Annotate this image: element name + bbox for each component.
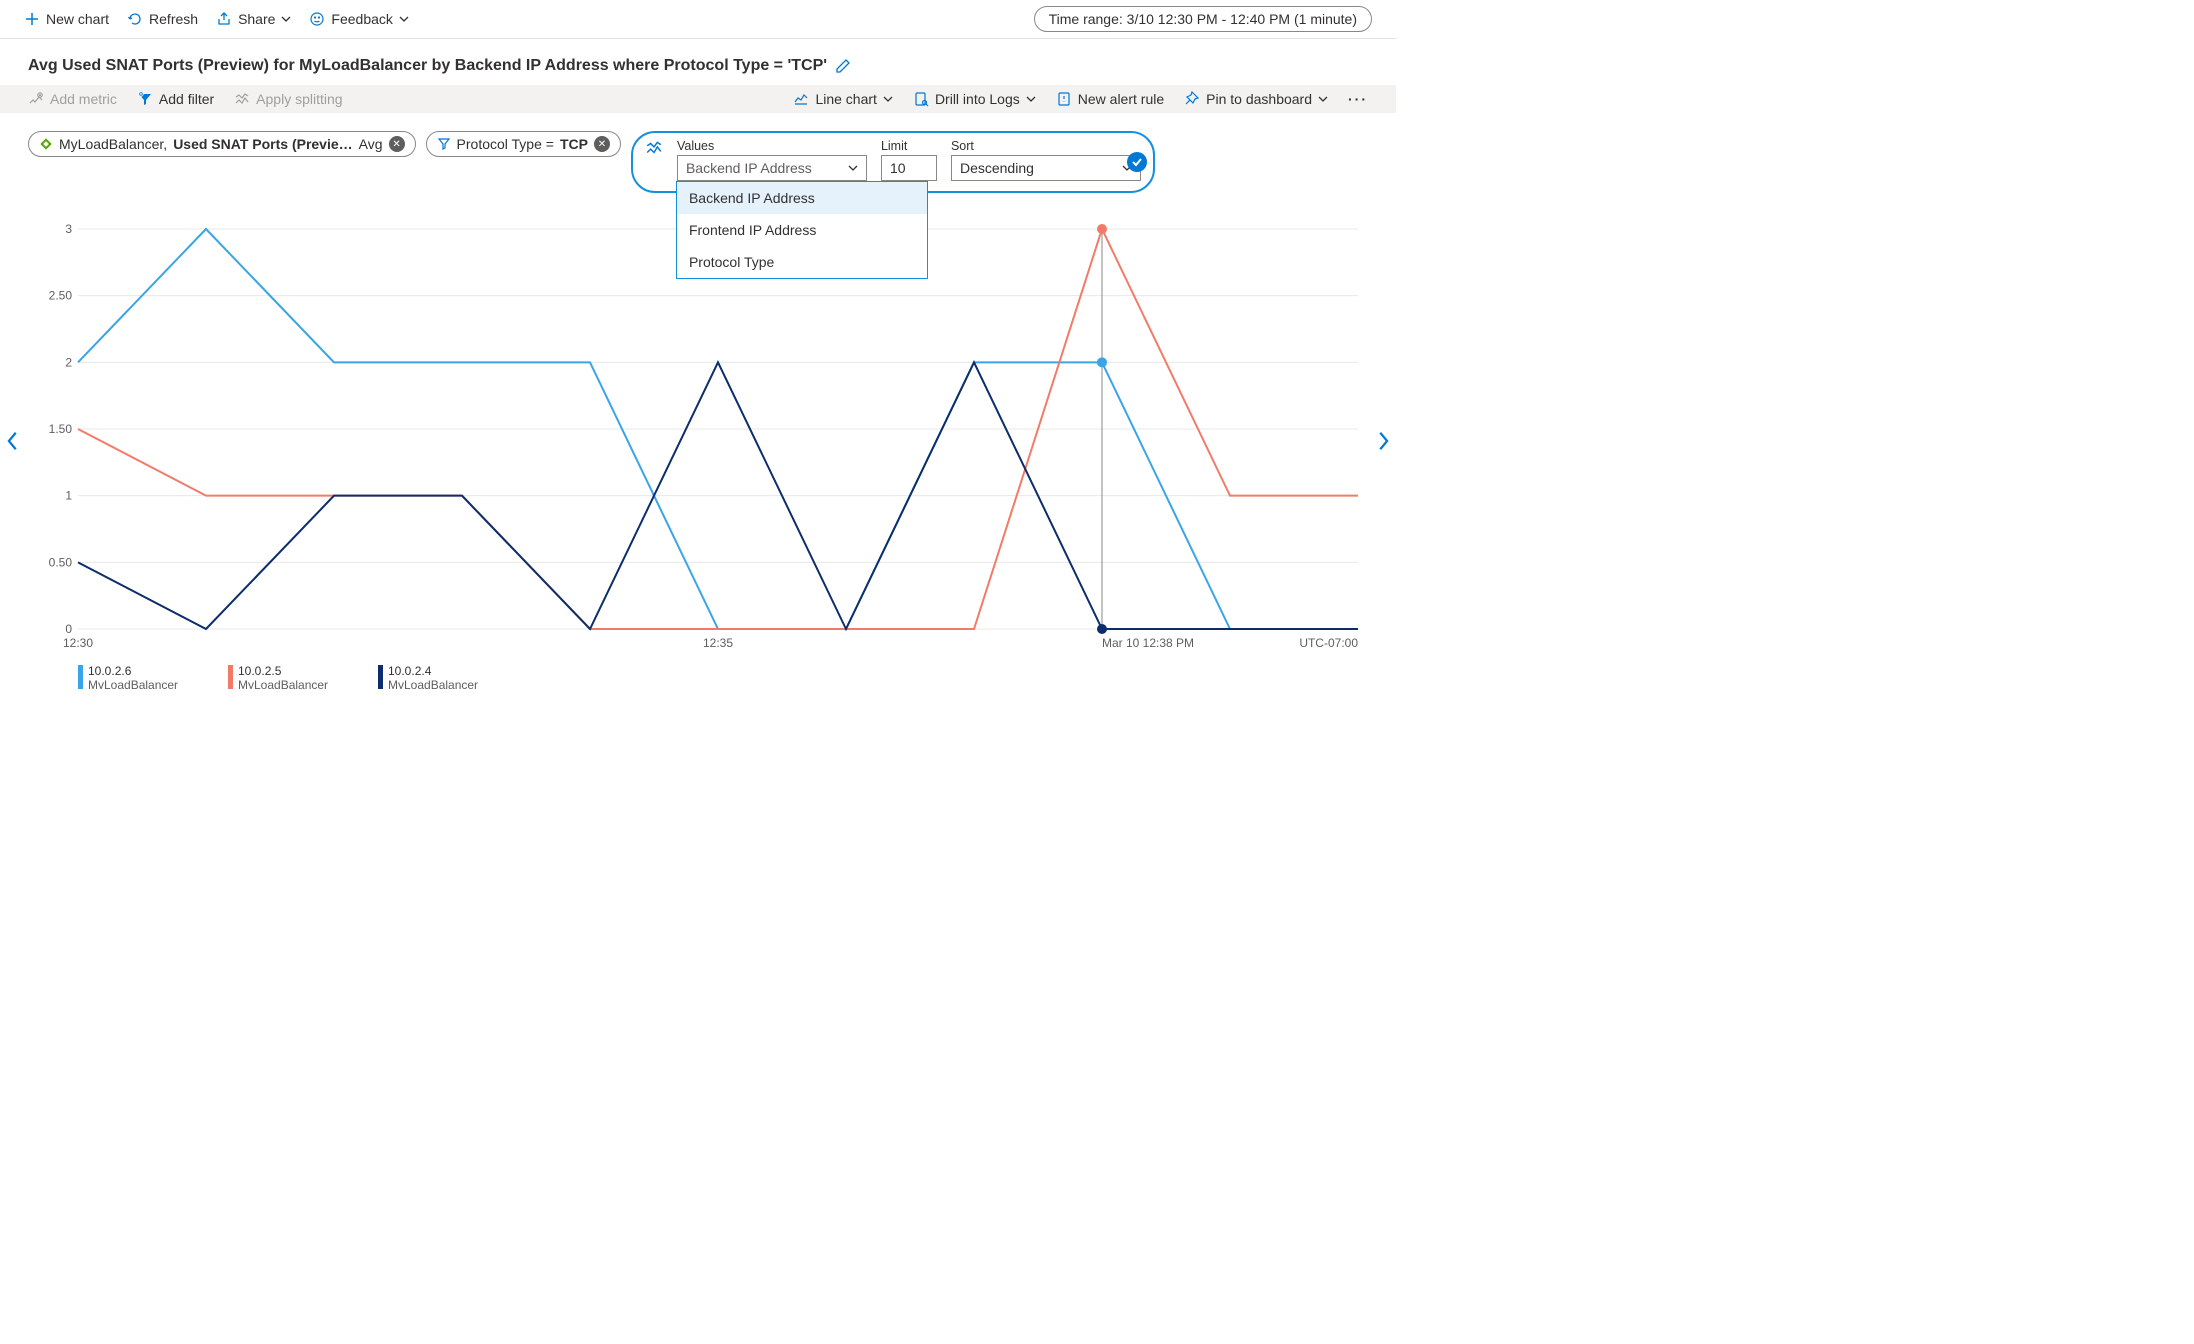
y-tick-label: 2: [65, 355, 72, 369]
metric-name-label: Used SNAT Ports (Previe…: [173, 136, 352, 152]
resource-icon: [39, 137, 53, 151]
chevron-down-icon: [399, 14, 409, 24]
pin-dashboard-label: Pin to dashboard: [1206, 91, 1312, 107]
splitting-icon: [645, 139, 663, 157]
values-selected: Backend IP Address: [686, 160, 812, 176]
add-filter-label: Add filter: [159, 91, 214, 107]
line-chart-icon: [793, 91, 809, 107]
feedback-button[interactable]: Feedback: [309, 11, 408, 27]
more-button[interactable]: ···: [1348, 91, 1368, 107]
new-alert-label: New alert rule: [1078, 91, 1164, 107]
values-option[interactable]: Frontend IP Address: [677, 214, 927, 246]
y-tick-label: 1: [65, 489, 72, 503]
time-range-pill[interactable]: Time range: 3/10 12:30 PM - 12:40 PM (1 …: [1034, 6, 1372, 32]
line-chart[interactable]: 0 0.50 1 1.50 2 2.50 3 12:30 12:35 Mar 10 12:38 P…: [28, 219, 1368, 689]
y-tick-label: 0.50: [49, 555, 73, 569]
add-metric-label: Add metric: [50, 91, 117, 107]
filter-value: TCP: [560, 136, 588, 152]
remove-filter-icon[interactable]: ✕: [594, 136, 610, 152]
refresh-icon: [127, 11, 143, 27]
add-filter-button[interactable]: Add filter: [137, 91, 214, 107]
plus-icon: [24, 11, 40, 27]
limit-value: 10: [890, 160, 906, 176]
series-marker: [1097, 624, 1107, 634]
logs-icon: [913, 91, 929, 107]
chevron-down-icon: [281, 14, 291, 24]
check-icon: [1131, 156, 1143, 168]
drill-logs-label: Drill into Logs: [935, 91, 1020, 107]
legend-resource: MyLoadBalancer: [88, 678, 178, 689]
utc-label: UTC-07:00: [1299, 636, 1358, 650]
limit-field-label: Limit: [881, 139, 937, 153]
chevron-down-icon: [1318, 94, 1328, 104]
splitting-chip: Values Backend IP Address Backend IP Add…: [631, 131, 1155, 193]
add-metric-icon: [28, 91, 44, 107]
sort-value: Descending: [960, 160, 1034, 176]
legend-ip: 10.0.2.5: [238, 664, 282, 678]
share-label: Share: [238, 11, 275, 27]
chart-prev-button[interactable]: [6, 430, 20, 452]
split-icon: [234, 91, 250, 107]
y-tick-label: 2.50: [49, 289, 73, 303]
y-tick-label: 3: [65, 222, 72, 236]
metric-agg-label: Avg: [359, 136, 383, 152]
values-dropdown: Backend IP Address Frontend IP Address P…: [676, 181, 928, 279]
funnel-icon: [437, 137, 451, 151]
legend-ip: 10.0.2.4: [388, 664, 432, 678]
x-tick-label: 12:35: [703, 636, 733, 650]
x-tick-label: 12:30: [63, 636, 93, 650]
legend-resource: MyLoadBalancer: [238, 678, 328, 689]
new-alert-button[interactable]: New alert rule: [1056, 91, 1164, 107]
x-tick-label: Mar 10 12:38 PM: [1102, 636, 1194, 650]
remove-metric-icon[interactable]: ✕: [389, 136, 405, 152]
legend-resource: MyLoadBalancer: [388, 678, 478, 689]
add-metric-button: Add metric: [28, 91, 117, 107]
legend-swatch: [78, 665, 83, 689]
share-icon: [216, 11, 232, 27]
pin-dashboard-dropdown[interactable]: Pin to dashboard: [1184, 91, 1328, 107]
chart-title: Avg Used SNAT Ports (Preview) for MyLoad…: [28, 57, 827, 75]
share-button[interactable]: Share: [216, 11, 291, 27]
new-chart-button[interactable]: New chart: [24, 11, 109, 27]
smiley-icon: [309, 11, 325, 27]
legend-ip: 10.0.2.6: [88, 664, 132, 678]
apply-splitting-label: Apply splitting: [256, 91, 342, 107]
limit-input[interactable]: 10: [881, 155, 937, 181]
legend-swatch: [378, 665, 383, 689]
values-option[interactable]: Backend IP Address: [677, 182, 927, 214]
refresh-label: Refresh: [149, 11, 198, 27]
filter-text: Protocol Type =: [457, 136, 554, 152]
chevron-down-icon: [883, 94, 893, 104]
refresh-button[interactable]: Refresh: [127, 11, 198, 27]
feedback-label: Feedback: [331, 11, 392, 27]
values-select[interactable]: Backend IP Address: [677, 155, 867, 181]
legend-swatch: [228, 665, 233, 689]
series-marker: [1097, 224, 1107, 234]
filter-pill[interactable]: Protocol Type = TCP ✕: [426, 131, 621, 157]
apply-splitting-check[interactable]: [1127, 152, 1147, 172]
chart-type-dropdown[interactable]: Line chart: [793, 91, 892, 107]
chart-next-button[interactable]: [1376, 430, 1390, 452]
filter-icon: [137, 91, 153, 107]
chevron-down-icon: [848, 163, 858, 173]
values-option[interactable]: Protocol Type: [677, 246, 927, 278]
pin-icon: [1184, 91, 1200, 107]
y-tick-label: 0: [65, 622, 72, 636]
metric-resource-label: MyLoadBalancer,: [59, 136, 167, 152]
sort-select[interactable]: Descending: [951, 155, 1141, 181]
series-marker: [1097, 357, 1107, 367]
alert-icon: [1056, 91, 1072, 107]
metric-pill[interactable]: MyLoadBalancer, Used SNAT Ports (Previe……: [28, 131, 416, 157]
pencil-icon[interactable]: [835, 58, 851, 74]
y-tick-label: 1.50: [49, 422, 73, 436]
chevron-down-icon: [1026, 94, 1036, 104]
values-field-label: Values: [677, 139, 867, 153]
sort-field-label: Sort: [951, 139, 1141, 153]
chart-type-label: Line chart: [815, 91, 876, 107]
new-chart-label: New chart: [46, 11, 109, 27]
drill-logs-dropdown[interactable]: Drill into Logs: [913, 91, 1036, 107]
apply-splitting-button: Apply splitting: [234, 91, 342, 107]
